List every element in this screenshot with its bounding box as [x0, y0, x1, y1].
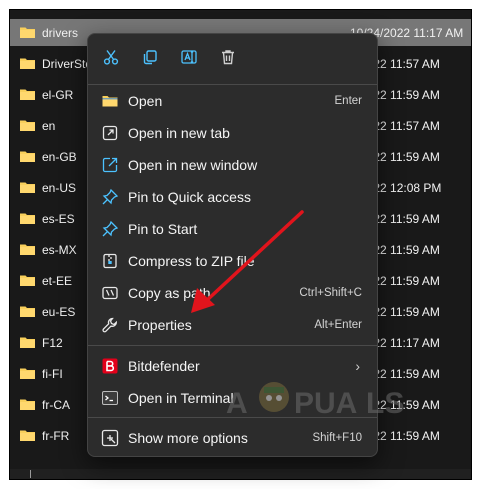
folder-icon: [20, 151, 35, 162]
menu-item-open-new-window[interactable]: Open in new window: [92, 150, 374, 180]
copy-path-icon: [101, 284, 119, 302]
folder-icon: [20, 337, 35, 348]
status-bar-marker: [30, 470, 31, 478]
folder-icon: [20, 58, 35, 69]
folder-icon: [20, 430, 35, 441]
folder-icon: [20, 244, 35, 255]
menu-item-compress-zip[interactable]: Compress to ZIP file: [92, 246, 374, 276]
file-name: drivers: [42, 26, 79, 40]
menu-item-open[interactable]: Open Enter: [92, 86, 374, 116]
copy-icon[interactable]: [138, 46, 162, 68]
menu-item-label: Open: [128, 93, 163, 109]
menu-item-show-more-options[interactable]: Show more options Shift+F10: [92, 423, 374, 453]
menu-item-pin-start[interactable]: Pin to Start: [92, 214, 374, 244]
pin-icon: [101, 220, 119, 238]
file-name: en-GB: [42, 150, 77, 164]
file-name: et-EE: [42, 274, 73, 288]
folder-icon: [20, 120, 35, 131]
folder-icon: [20, 306, 35, 317]
file-name: fi-FI: [42, 367, 63, 381]
status-bar: [10, 469, 471, 479]
rename-icon[interactable]: [177, 46, 201, 68]
chevron-right-icon: ›: [355, 358, 360, 374]
menu-item-open-terminal[interactable]: Open in Terminal: [92, 383, 374, 413]
file-name: en-US: [42, 181, 77, 195]
file-name: en: [42, 119, 56, 133]
menu-separator: [88, 417, 377, 418]
folder-icon: [20, 89, 35, 100]
menu-item-label: Copy as path: [128, 285, 211, 301]
file-name: es-ES: [42, 212, 75, 226]
folder-icon: [20, 399, 35, 410]
delete-icon[interactable]: [216, 46, 240, 68]
file-name: fr-FR: [42, 429, 70, 443]
menu-item-label: Open in Terminal: [128, 390, 234, 406]
new-tab-icon: [101, 124, 119, 142]
folder-icon: [20, 275, 35, 286]
menu-item-label: Open in new tab: [128, 125, 230, 141]
menu-item-shortcut: Enter: [334, 95, 363, 107]
menu-item-label: Show more options: [128, 430, 248, 446]
bitdefender-icon: [101, 357, 119, 375]
menu-item-copy-as-path[interactable]: Copy as path Ctrl+Shift+C: [92, 278, 374, 308]
file-name: fr-CA: [42, 398, 70, 412]
terminal-icon: [101, 389, 119, 407]
folder-open-icon: [101, 92, 119, 110]
menu-item-bitdefender[interactable]: Bitdefender ›: [92, 351, 374, 381]
file-name: es-MX: [42, 243, 77, 257]
pin-icon: [101, 188, 119, 206]
context-menu: Open Enter Open in new tab Open in new w…: [87, 33, 378, 457]
menu-item-label: Pin to Start: [128, 221, 198, 237]
menu-item-shortcut: Ctrl+Shift+C: [299, 287, 362, 299]
folder-icon: [20, 27, 35, 38]
menu-item-label: Open in new window: [128, 157, 258, 173]
new-window-icon: [101, 156, 119, 174]
folder-icon: [20, 368, 35, 379]
file-name: eu-ES: [42, 305, 76, 319]
show-more-icon: [101, 429, 119, 447]
menu-item-label: Properties: [128, 317, 192, 333]
wrench-icon: [101, 316, 119, 334]
menu-separator: [88, 84, 377, 85]
file-name: el-GR: [42, 88, 74, 102]
menu-separator: [88, 345, 377, 346]
menu-item-shortcut: Alt+Enter: [314, 319, 362, 331]
menu-item-properties[interactable]: Properties Alt+Enter: [92, 310, 374, 340]
menu-item-label: Bitdefender: [128, 358, 200, 374]
menu-item-pin-quick-access[interactable]: Pin to Quick access: [92, 182, 374, 212]
folder-icon: [20, 182, 35, 193]
menu-item-open-new-tab[interactable]: Open in new tab: [92, 118, 374, 148]
menu-item-shortcut: Shift+F10: [312, 432, 362, 444]
file-name: F12: [42, 336, 63, 350]
zip-icon: [101, 252, 119, 270]
menu-item-label: Compress to ZIP file: [128, 253, 255, 269]
folder-icon: [20, 213, 35, 224]
cut-icon[interactable]: [99, 46, 123, 68]
quick-actions-bar: [88, 34, 377, 84]
menu-item-label: Pin to Quick access: [128, 189, 251, 205]
